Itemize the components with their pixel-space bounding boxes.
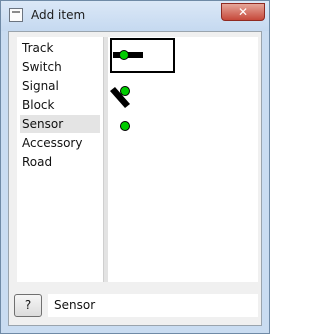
track-sensor-icon[interactable] — [110, 38, 175, 73]
item-preview-panel — [108, 37, 258, 282]
list-item-signal[interactable]: Signal — [20, 77, 100, 95]
diagonal-track-sensor-icon[interactable] — [110, 86, 130, 109]
title-bar[interactable]: Add item ✕ — [1, 1, 269, 31]
list-item-block[interactable]: Block — [20, 96, 100, 114]
sensor-dot — [120, 86, 130, 96]
window-title: Add item — [31, 8, 86, 22]
help-button[interactable]: ? — [14, 294, 42, 317]
dialog-body: Track Switch Signal Block Sensor Accesso… — [8, 31, 262, 326]
list-item-sensor[interactable]: Sensor — [20, 115, 100, 133]
sensor-dot-icon[interactable] — [120, 121, 130, 131]
list-item-track[interactable]: Track — [20, 39, 100, 57]
list-item-accessory[interactable]: Accessory — [20, 134, 100, 152]
list-item-switch[interactable]: Switch — [20, 58, 100, 76]
selected-item-field: Sensor — [48, 294, 258, 317]
category-list: Track Switch Signal Block Sensor Accesso… — [17, 37, 103, 282]
add-item-window: Add item ✕ Track Switch Signal Block Sen… — [0, 0, 270, 334]
sensor-dot — [119, 50, 129, 60]
preview-canvas — [110, 38, 175, 131]
app-icon — [9, 8, 23, 22]
bottom-bar: ? Sensor — [14, 290, 258, 322]
sensor-dot — [120, 121, 130, 131]
close-button[interactable]: ✕ — [221, 3, 265, 21]
list-item-road[interactable]: Road — [20, 153, 100, 171]
